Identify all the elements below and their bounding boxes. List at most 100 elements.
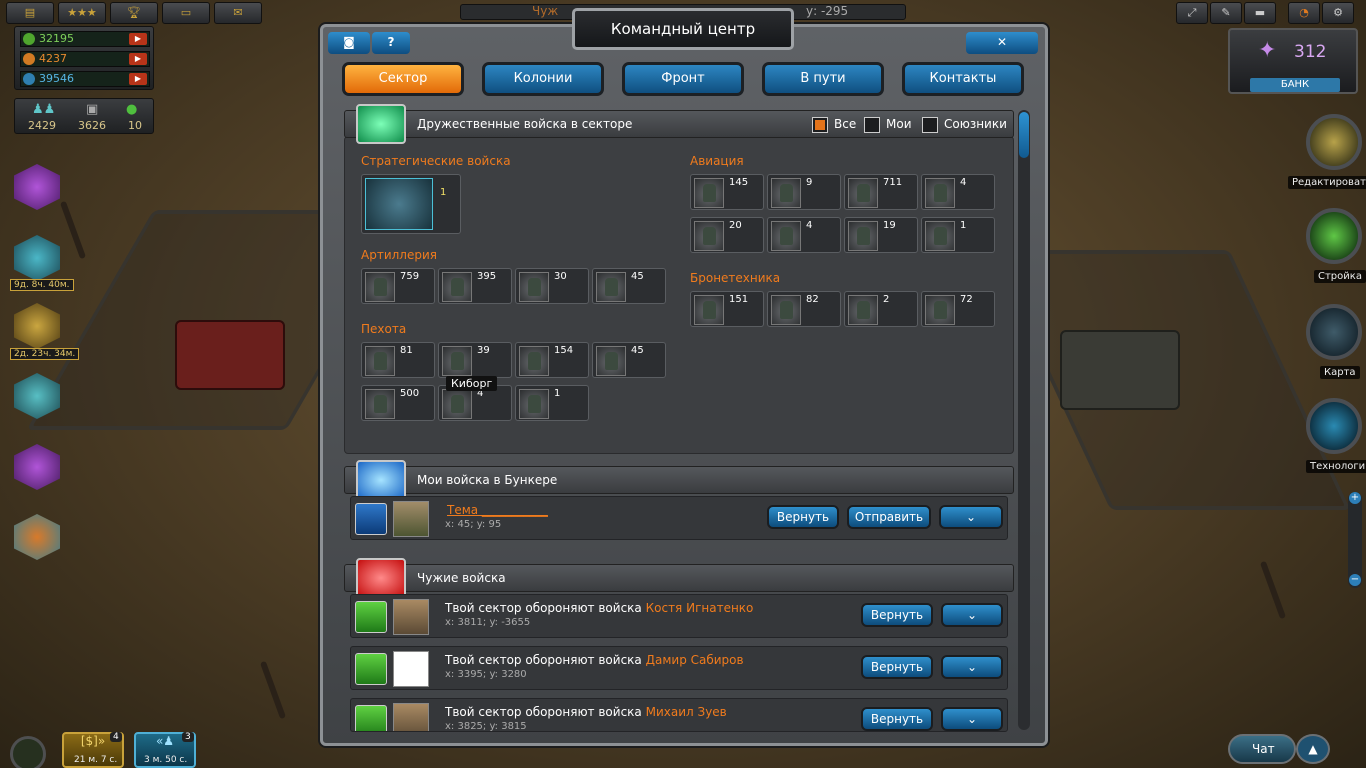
- unit-slot[interactable]: 39: [438, 342, 512, 378]
- unit-slot[interactable]: 2: [844, 291, 918, 327]
- chest-hex-button[interactable]: [14, 235, 60, 281]
- wrench-button[interactable]: ✎: [1210, 2, 1242, 24]
- unit-slot[interactable]: 81: [361, 342, 435, 378]
- ticket-button[interactable]: ▭: [162, 2, 210, 24]
- unit-slot[interactable]: 19: [844, 217, 918, 253]
- unit-slot[interactable]: 4: [767, 217, 841, 253]
- strategic-unit-image: [365, 178, 433, 230]
- zoom-out-icon[interactable]: −: [1349, 574, 1361, 586]
- unit-slot[interactable]: 154: [515, 342, 589, 378]
- foreign-expand-button[interactable]: ⌄: [941, 603, 1003, 627]
- event-hex-button[interactable]: [14, 514, 60, 560]
- category-infantry: Пехота: [361, 322, 407, 336]
- filter-all-checkbox[interactable]: [812, 117, 828, 133]
- foreign-expand-button[interactable]: ⌄: [941, 655, 1003, 679]
- unit-slot[interactable]: 759: [361, 268, 435, 304]
- close-button[interactable]: ✕: [966, 32, 1038, 54]
- resource-value: 39546: [39, 72, 74, 85]
- foreign-return-button[interactable]: Вернуть: [861, 603, 933, 627]
- unit-slot[interactable]: 711: [844, 174, 918, 210]
- unit-count: 1: [960, 220, 967, 231]
- unit-slot[interactable]: 1: [921, 217, 995, 253]
- filter-mine-checkbox[interactable]: [864, 117, 880, 133]
- unit-count: 30: [554, 271, 567, 282]
- chat-label: Чат: [1252, 742, 1275, 756]
- scrollbar-thumb[interactable]: [1019, 112, 1029, 158]
- unit-count: 4: [806, 220, 813, 231]
- dialog-title: Командный центр: [572, 8, 794, 50]
- rating-button[interactable]: ★★★: [58, 2, 106, 24]
- filter-allies-checkbox[interactable]: [922, 117, 938, 133]
- tab-front[interactable]: Фронт: [622, 62, 744, 96]
- build-button[interactable]: [1306, 208, 1362, 264]
- unit-hex-button[interactable]: [14, 303, 60, 349]
- unit-slot[interactable]: 4: [921, 174, 995, 210]
- tech-button[interactable]: [1306, 398, 1362, 454]
- buy-resource-button[interactable]: ▶: [129, 53, 147, 65]
- unit-image: [442, 346, 472, 376]
- tab-contacts[interactable]: Контакты: [902, 62, 1024, 96]
- unit-slot[interactable]: 145: [690, 174, 764, 210]
- unit-slot[interactable]: 500: [361, 385, 435, 421]
- foreign-troops-row: Твой сектор обороняют войска Дамир Сабир…: [350, 646, 1008, 690]
- chat-expand-icon[interactable]: ▲: [1296, 734, 1330, 764]
- trophy-button[interactable]: 🏆︎: [110, 2, 158, 24]
- unit-image: [925, 221, 955, 251]
- bunker-send-button[interactable]: Отправить: [847, 505, 931, 529]
- settings-gear-icon[interactable]: [10, 736, 46, 768]
- unit-slot[interactable]: 151: [690, 291, 764, 327]
- defender-name[interactable]: Дамир Сабиров: [646, 653, 744, 667]
- resource-value: 4237: [39, 52, 67, 65]
- menu-button[interactable]: ▤: [6, 2, 54, 24]
- bunker-player-name[interactable]: Тема ___________: [447, 503, 548, 517]
- unit-slot[interactable]: 1: [361, 174, 461, 234]
- unit-image: [848, 178, 878, 208]
- unit-slot[interactable]: 82: [767, 291, 841, 327]
- gear-button[interactable]: ⚙: [1322, 2, 1354, 24]
- bunker-expand-button[interactable]: ⌄: [939, 505, 1003, 529]
- bank-button[interactable]: БАНК: [1250, 78, 1340, 92]
- unit-slot[interactable]: 45: [592, 268, 666, 304]
- foreign-expand-button[interactable]: ⌄: [941, 707, 1003, 731]
- storage-icon: ▣: [86, 102, 99, 117]
- rss-button[interactable]: ◔: [1288, 2, 1320, 24]
- buy-resource-button[interactable]: ▶: [129, 73, 147, 85]
- unit-slot[interactable]: 20: [690, 217, 764, 253]
- unit-slot[interactable]: 72: [921, 291, 995, 327]
- crystal-pile-hex-button[interactable]: [14, 444, 60, 490]
- category-aviation: Авиация: [690, 154, 744, 168]
- shield-icon: [355, 503, 387, 535]
- defender-name[interactable]: Михаил Зуев: [646, 705, 727, 719]
- screenshot-button[interactable]: ◙: [328, 32, 370, 54]
- map-button[interactable]: [1306, 304, 1362, 360]
- dialog-scrollbar[interactable]: [1018, 110, 1030, 730]
- defender-name[interactable]: Костя Игнатенко: [646, 601, 754, 615]
- zoom-in-icon[interactable]: +: [1349, 492, 1361, 504]
- shield-icon: [355, 601, 387, 633]
- buy-resource-button[interactable]: ▶: [129, 33, 147, 45]
- crystal-hex-button[interactable]: [14, 164, 60, 210]
- bunker-return-button[interactable]: Вернуть: [767, 505, 839, 529]
- unit-slot[interactable]: 30: [515, 268, 589, 304]
- foreign-return-button[interactable]: Вернуть: [861, 707, 933, 731]
- unit-slot[interactable]: 1: [515, 385, 589, 421]
- flag-button[interactable]: ▬: [1244, 2, 1276, 24]
- unit-slot[interactable]: 395: [438, 268, 512, 304]
- tab-in-transit[interactable]: В пути: [762, 62, 884, 96]
- fullscreen-button[interactable]: ⤢: [1176, 2, 1208, 24]
- tab-colonies[interactable]: Колонии: [482, 62, 604, 96]
- edit-button[interactable]: [1306, 114, 1362, 170]
- unit-count: 2: [883, 294, 890, 305]
- filter-allies-label: Союзники: [944, 117, 1007, 131]
- mail-button[interactable]: ✉: [214, 2, 262, 24]
- foreign-return-button[interactable]: Вернуть: [861, 655, 933, 679]
- help-button[interactable]: ?: [372, 32, 410, 54]
- unit-slot[interactable]: 45: [592, 342, 666, 378]
- tab-sector[interactable]: Сектор: [342, 62, 464, 96]
- defender-coords: x: 3825; y: 3815: [445, 721, 527, 732]
- unit-slot[interactable]: 9: [767, 174, 841, 210]
- resource-bar: 32195 ▶: [20, 31, 150, 47]
- unit-image: [848, 221, 878, 251]
- crystal-icon: ✦: [1258, 38, 1277, 63]
- build-label: Стройка: [1314, 270, 1366, 283]
